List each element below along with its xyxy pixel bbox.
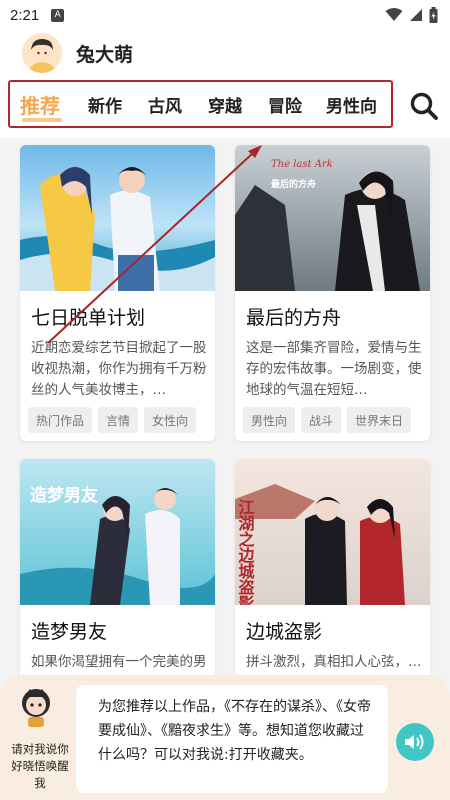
tag[interactable]: 男性向 xyxy=(243,407,296,433)
speaker-icon xyxy=(405,734,424,750)
tab-adventure[interactable]: 冒险 xyxy=(268,82,302,126)
tag[interactable]: 战斗 xyxy=(301,407,342,433)
active-tab-indicator xyxy=(22,118,62,122)
story-card[interactable]: The last Ark 最后的方舟 最后的方舟 这是一部集齐冒险，爱情与生存的… xyxy=(235,145,430,441)
user-profile[interactable]: 兔大萌 xyxy=(22,33,133,73)
tab-male-oriented[interactable]: 男性向 xyxy=(326,82,377,126)
tag-list: 热门作品 言情 女性向 xyxy=(28,407,197,433)
wake-word-hint: 请对我说你好晓悟唤醒我 xyxy=(11,742,69,790)
cover-title: 江湖之边城盗影 xyxy=(236,499,256,605)
card-title: 七日脱单计划 xyxy=(31,307,146,329)
signal-icon xyxy=(410,9,422,21)
card-title: 造梦男友 xyxy=(31,621,108,643)
category-tabs: 推荐 新作 古风 穿越 冒险 男性向 xyxy=(8,80,393,128)
tag-list: 男性向 战斗 世界末日 xyxy=(243,407,412,433)
battery-icon xyxy=(429,7,438,23)
tag[interactable]: 言情 xyxy=(98,407,139,433)
user-avatar-icon xyxy=(22,33,62,73)
voice-assistant-panel: 请对我说你好晓悟唤醒我 为您推荐以上作品，《不存在的谋杀》、《女帝要成仙》、《黯… xyxy=(0,675,450,800)
search-button[interactable] xyxy=(408,90,440,122)
tag[interactable]: 女性向 xyxy=(144,407,197,433)
cover-title-en: The last Ark xyxy=(271,159,333,170)
story-card[interactable]: 七日脱单计划 近期恋爱综艺节目掀起了一股收视热潮，你作为拥有千万粉丝的人气美妆博… xyxy=(20,145,215,441)
card-title: 边城盗影 xyxy=(246,621,323,643)
cover-title: 造梦男友 xyxy=(30,485,98,506)
assistant-avatar-icon[interactable] xyxy=(16,683,56,727)
tab-ancient[interactable]: 古风 xyxy=(148,82,182,126)
status-time: 2:21 xyxy=(10,6,40,24)
cover-image: The last Ark 最后的方舟 xyxy=(235,145,430,291)
username: 兔大萌 xyxy=(76,43,134,66)
avatar[interactable] xyxy=(22,33,62,73)
tab-time-travel[interactable]: 穿越 xyxy=(208,82,242,126)
tab-new[interactable]: 新作 xyxy=(88,82,122,126)
card-title: 最后的方舟 xyxy=(246,307,342,329)
card-description: 近期恋爱综艺节目掀起了一股收视热潮，你作为拥有千万粉丝的人气美妆博主，… xyxy=(31,340,207,398)
tag[interactable]: 世界末日 xyxy=(347,407,412,433)
tag[interactable]: 热门作品 xyxy=(28,407,93,433)
cover-title-cn: 最后的方舟 xyxy=(271,178,316,190)
speaker-button[interactable] xyxy=(396,723,434,761)
cover-image: 江湖之边城盗影 xyxy=(235,459,430,605)
cover-image: 造梦男友 xyxy=(20,459,215,605)
wifi-icon xyxy=(385,8,403,21)
app-header: 兔大萌 推荐 新作 古风 穿越 冒险 男性向 xyxy=(0,30,450,138)
card-description: 这是一部集齐冒险，爱情与生存的宏伟故事。一场剧变，使地球的气温在短短… xyxy=(246,340,422,398)
cover-image xyxy=(20,145,215,291)
search-icon xyxy=(410,92,438,120)
status-bar: 2:21 A xyxy=(0,0,450,30)
status-icons xyxy=(385,7,438,23)
assistant-message: 为您推荐以上作品，《不存在的谋杀》、《女帝要成仙》、《黯夜求生》等。想知道您收藏… xyxy=(76,685,388,793)
notification-icon: A xyxy=(51,8,65,22)
